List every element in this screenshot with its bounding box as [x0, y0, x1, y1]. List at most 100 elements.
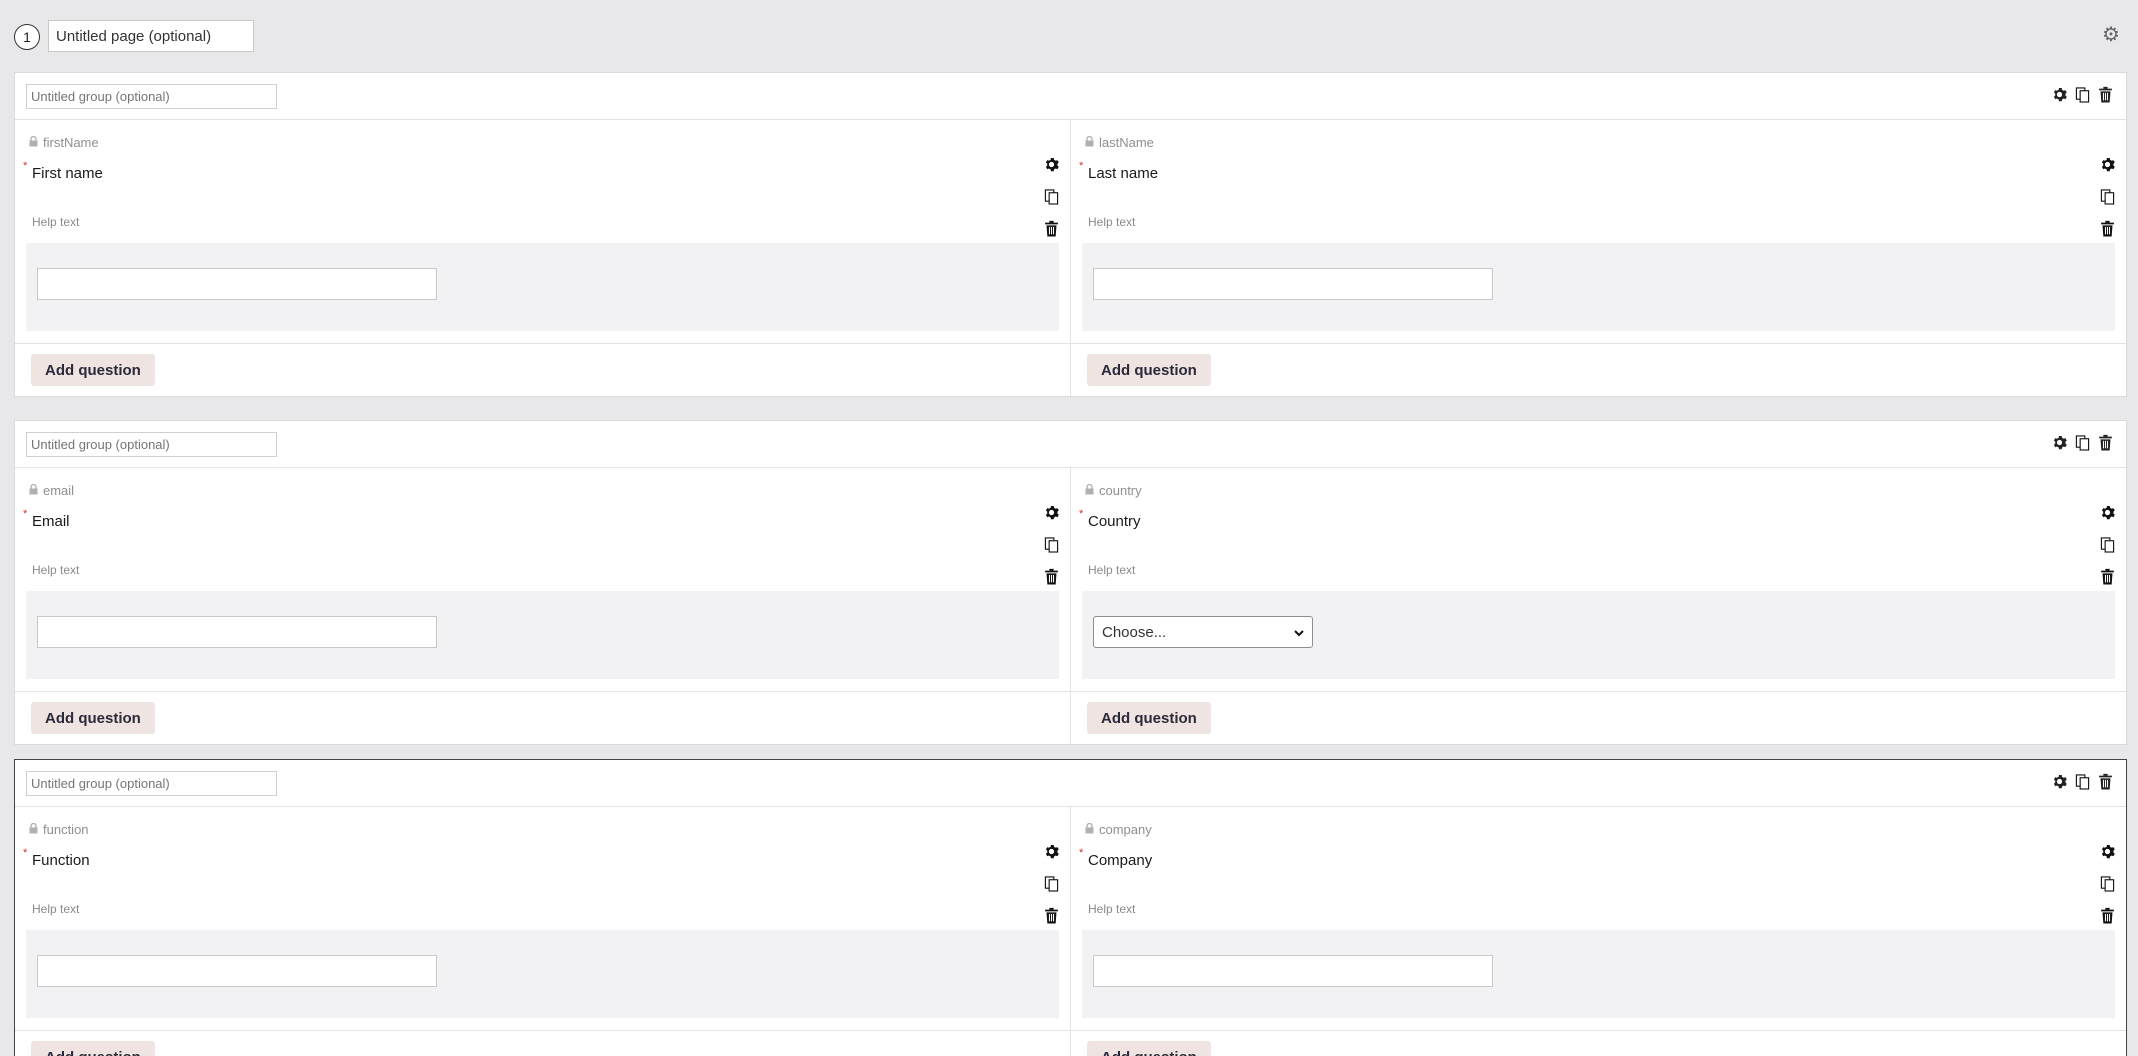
question-duplicate-copy-icon[interactable] — [2099, 188, 2116, 206]
column-footer: Add question — [15, 692, 1070, 744]
page-settings-gear-icon[interactable]: ⚙ — [2100, 24, 2122, 46]
group-toolbar — [2051, 773, 2114, 791]
required-marker: * — [1079, 508, 1084, 520]
country-select[interactable]: Choose... — [1093, 616, 1313, 648]
question-toolbar — [1043, 843, 1060, 925]
question-help-text[interactable]: Help text — [1088, 215, 1135, 229]
question-delete-trash-icon[interactable] — [1043, 220, 1060, 238]
function-text-input[interactable] — [37, 955, 437, 987]
group-duplicate-copy-icon[interactable] — [2074, 773, 2091, 791]
question-key: firstName — [29, 135, 99, 150]
question-settings-gear-icon[interactable] — [2099, 843, 2116, 861]
question-help-text[interactable]: Help text — [1088, 902, 1135, 916]
question-key-text: function — [43, 822, 89, 837]
group-header — [15, 73, 2126, 120]
question-preview — [26, 930, 1059, 1018]
add-question-button[interactable]: Add question — [31, 354, 155, 386]
lock-icon — [29, 822, 38, 837]
group-title-input[interactable] — [26, 432, 277, 457]
question-help-text[interactable]: Help text — [32, 215, 79, 229]
page-header: 1 ⚙ — [14, 20, 2124, 52]
question-column-function: function * Function Help text Add questi… — [15, 807, 1070, 1056]
question-label[interactable]: Email — [32, 513, 70, 530]
lastName-text-input[interactable] — [1093, 268, 1493, 300]
group-columns: firstName * First name Help text Add que… — [15, 120, 2126, 396]
question-key-text: company — [1099, 822, 1152, 837]
question-settings-gear-icon[interactable] — [2099, 504, 2116, 522]
question-preview — [1082, 930, 2115, 1018]
question-key: company — [1085, 822, 1152, 837]
question-toolbar — [2099, 504, 2116, 586]
question-key-text: firstName — [43, 135, 99, 150]
required-marker: * — [23, 160, 28, 172]
question-column-lastName: lastName * Last name Help text Add quest… — [1070, 120, 2126, 396]
question-delete-trash-icon[interactable] — [1043, 907, 1060, 925]
question-card[interactable]: function * Function Help text — [15, 807, 1070, 1031]
group-toolbar — [2051, 86, 2114, 104]
required-marker: * — [23, 508, 28, 520]
question-label[interactable]: First name — [32, 165, 103, 182]
question-delete-trash-icon[interactable] — [2099, 220, 2116, 238]
question-duplicate-copy-icon[interactable] — [2099, 536, 2116, 554]
question-settings-gear-icon[interactable] — [1043, 156, 1060, 174]
question-card[interactable]: lastName * Last name Help text — [1071, 120, 2126, 344]
group-title-input[interactable] — [26, 771, 277, 796]
chevron-down-icon — [1294, 624, 1304, 641]
question-card[interactable]: company * Company Help text — [1071, 807, 2126, 1031]
question-duplicate-copy-icon[interactable] — [1043, 536, 1060, 554]
question-key: lastName — [1085, 135, 1154, 150]
question-help-text[interactable]: Help text — [32, 563, 79, 577]
question-settings-gear-icon[interactable] — [1043, 843, 1060, 861]
question-help-text[interactable]: Help text — [32, 902, 79, 916]
question-duplicate-copy-icon[interactable] — [1043, 188, 1060, 206]
group-delete-trash-icon[interactable] — [2097, 434, 2114, 452]
lock-icon — [1085, 135, 1094, 150]
question-toolbar — [2099, 843, 2116, 925]
question-settings-gear-icon[interactable] — [2099, 156, 2116, 174]
page-number-badge: 1 — [14, 24, 40, 50]
question-preview — [1082, 243, 2115, 331]
add-question-button[interactable]: Add question — [31, 1041, 155, 1056]
group-title-input[interactable] — [26, 84, 277, 109]
required-marker: * — [23, 847, 28, 859]
question-key: function — [29, 822, 89, 837]
question-help-text[interactable]: Help text — [1088, 563, 1135, 577]
question-delete-trash-icon[interactable] — [2099, 907, 2116, 925]
group-delete-trash-icon[interactable] — [2097, 86, 2114, 104]
group-columns: function * Function Help text Add questi… — [15, 807, 2126, 1056]
question-duplicate-copy-icon[interactable] — [2099, 875, 2116, 893]
question-card[interactable]: email * Email Help text — [15, 468, 1070, 692]
email-text-input[interactable] — [37, 616, 437, 648]
group-delete-trash-icon[interactable] — [2097, 773, 2114, 791]
question-label[interactable]: Function — [32, 852, 90, 869]
page-title-input[interactable] — [48, 20, 254, 52]
question-delete-trash-icon[interactable] — [1043, 568, 1060, 586]
group-settings-gear-icon[interactable] — [2051, 434, 2068, 452]
question-key: country — [1085, 483, 1142, 498]
group-duplicate-copy-icon[interactable] — [2074, 434, 2091, 452]
add-question-button[interactable]: Add question — [1087, 702, 1211, 734]
group-duplicate-copy-icon[interactable] — [2074, 86, 2091, 104]
add-question-button[interactable]: Add question — [31, 702, 155, 734]
required-marker: * — [1079, 160, 1084, 172]
add-question-button[interactable]: Add question — [1087, 1041, 1211, 1056]
column-footer: Add question — [1071, 692, 2126, 744]
question-delete-trash-icon[interactable] — [2099, 568, 2116, 586]
question-card[interactable]: country * Country Help text Choose... — [1071, 468, 2126, 692]
column-footer: Add question — [1071, 1031, 2126, 1056]
add-question-button[interactable]: Add question — [1087, 354, 1211, 386]
question-duplicate-copy-icon[interactable] — [1043, 875, 1060, 893]
question-label[interactable]: Company — [1088, 852, 1152, 869]
lock-icon — [29, 135, 38, 150]
question-label[interactable]: Last name — [1088, 165, 1158, 182]
question-preview — [26, 591, 1059, 679]
question-label[interactable]: Country — [1088, 513, 1141, 530]
group-settings-gear-icon[interactable] — [2051, 773, 2068, 791]
firstName-text-input[interactable] — [37, 268, 437, 300]
company-text-input[interactable] — [1093, 955, 1493, 987]
group-settings-gear-icon[interactable] — [2051, 86, 2068, 104]
question-column-company: company * Company Help text Add question — [1070, 807, 2126, 1056]
question-column-email: email * Email Help text Add question — [15, 468, 1070, 744]
question-settings-gear-icon[interactable] — [1043, 504, 1060, 522]
question-card[interactable]: firstName * First name Help text — [15, 120, 1070, 344]
